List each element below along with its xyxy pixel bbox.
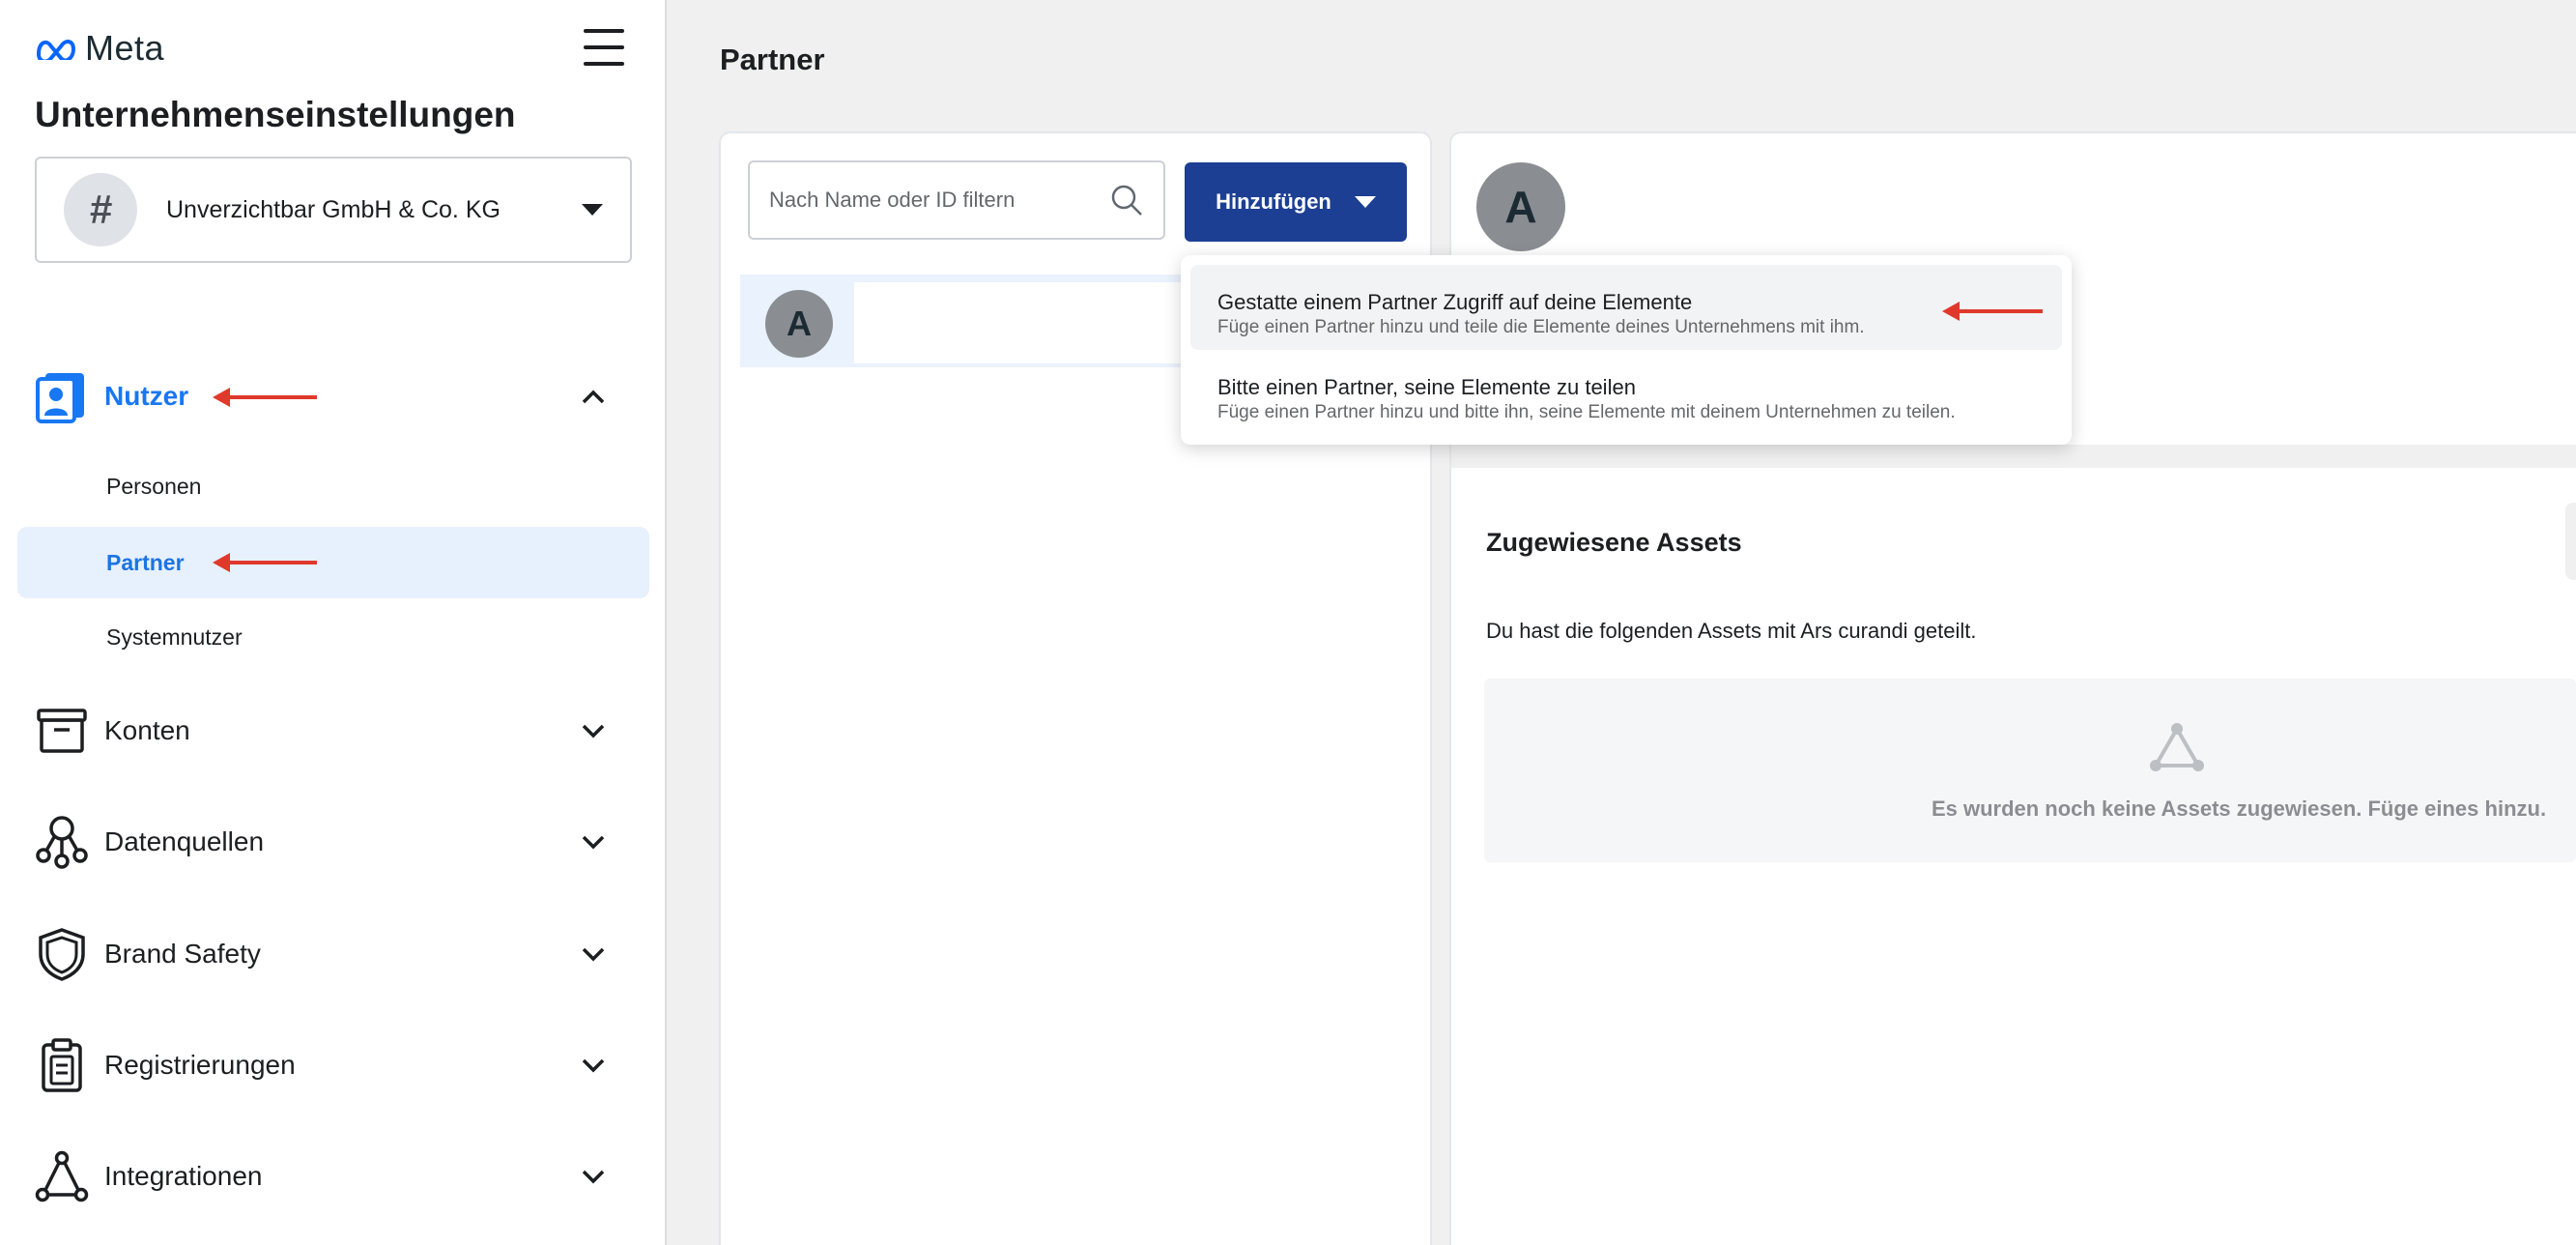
annotation-arrow bbox=[213, 553, 317, 572]
brand-name: Meta bbox=[85, 28, 165, 68]
business-name: Unverzichtbar GmbH & Co. KG bbox=[166, 195, 501, 223]
nav-group-datenquellen[interactable]: Datenquellen bbox=[35, 815, 609, 869]
nav-group-konten[interactable]: Konten bbox=[35, 704, 609, 758]
assets-empty-state: Es wurden noch keine Assets zugewiesen. … bbox=[1484, 679, 2576, 862]
add-button-label: Hinzufügen bbox=[1216, 189, 1331, 214]
chevron-up-icon bbox=[578, 381, 609, 412]
chevron-down-icon bbox=[578, 1050, 609, 1081]
search-icon bbox=[1111, 185, 1142, 216]
menu-item-grant-access[interactable]: Gestatte einem Partner Zugriff auf deine… bbox=[1190, 265, 2062, 350]
menu-item-title: Gestatte einem Partner Zugriff auf deine… bbox=[1217, 290, 1693, 314]
sidebar-item-personen[interactable]: Personen bbox=[17, 450, 649, 522]
assets-title: Zugewiesene Assets bbox=[1486, 528, 1742, 557]
shield-icon bbox=[35, 927, 89, 981]
add-button[interactable]: Hinzufügen bbox=[1185, 162, 1407, 242]
page-title: Partner bbox=[720, 43, 825, 76]
nav-group-integrationen[interactable]: Integrationen bbox=[35, 1149, 609, 1203]
meta-infinity-icon bbox=[37, 40, 75, 60]
nav-label-brand-safety: Brand Safety bbox=[104, 939, 261, 969]
search-input[interactable]: Nach Name oder ID filtern bbox=[748, 160, 1165, 240]
nav-label-integrationen: Integrationen bbox=[104, 1161, 263, 1191]
menu-item-request-access[interactable]: Bitte einen Partner, seine Elemente zu t… bbox=[1190, 350, 2062, 435]
clipboard-icon bbox=[35, 1038, 89, 1092]
business-avatar: # bbox=[64, 173, 137, 246]
avatar: A bbox=[1476, 162, 1565, 251]
menu-item-subtitle: Füge einen Partner hinzu und bitte ihn, … bbox=[1217, 402, 1956, 422]
integrations-icon bbox=[2150, 723, 2204, 771]
data-sources-icon bbox=[35, 815, 89, 869]
chevron-down-icon bbox=[578, 826, 609, 857]
sidebar-item-systemnutzer[interactable]: Systemnutzer bbox=[17, 601, 649, 673]
accounts-icon bbox=[35, 704, 89, 758]
assets-description: Du hast die folgenden Assets mit Ars cur… bbox=[1486, 619, 1977, 643]
chevron-down-icon bbox=[578, 715, 609, 746]
sidebar: Meta Unternehmenseinstellungen # Unverzi… bbox=[0, 0, 667, 1245]
caret-down-icon bbox=[582, 204, 603, 216]
menu-item-subtitle: Füge einen Partner hinzu und teile die E… bbox=[1217, 317, 1865, 337]
chevron-down-icon bbox=[578, 939, 609, 970]
nav-group-nutzer[interactable]: Nutzer bbox=[35, 369, 609, 423]
business-selector[interactable]: # Unverzichtbar GmbH & Co. KG bbox=[35, 157, 632, 263]
nav-group-brand-safety[interactable]: Brand Safety bbox=[35, 927, 609, 981]
nav-label-konten: Konten bbox=[104, 715, 190, 745]
add-partner-menu: Gestatte einem Partner Zugriff auf deine… bbox=[1181, 255, 2072, 445]
nav-label-datenquellen: Datenquellen bbox=[104, 826, 265, 856]
meta-logo[interactable]: Meta bbox=[35, 28, 165, 68]
nav-label-nutzer: Nutzer bbox=[104, 381, 189, 411]
annotation-arrow bbox=[1942, 302, 2043, 321]
search-placeholder: Nach Name oder ID filtern bbox=[769, 188, 1016, 212]
side-tab[interactable] bbox=[2565, 503, 2576, 580]
menu-item-title: Bitte einen Partner, seine Elemente zu t… bbox=[1217, 375, 1636, 399]
avatar: A bbox=[765, 290, 833, 358]
caret-down-icon bbox=[1354, 196, 1376, 208]
annotation-arrow bbox=[213, 388, 317, 407]
nav-label-registrierungen: Registrierungen bbox=[104, 1050, 296, 1080]
users-icon bbox=[35, 369, 89, 423]
nav-group-registrierungen[interactable]: Registrierungen bbox=[35, 1038, 609, 1092]
page-heading: Unternehmenseinstellungen bbox=[35, 95, 516, 134]
menu-icon[interactable] bbox=[584, 27, 626, 70]
integrations-icon bbox=[35, 1149, 89, 1203]
sidebar-item-partner[interactable]: Partner bbox=[17, 527, 649, 598]
assets-empty-text: Es wurden noch keine Assets zugewiesen. … bbox=[1931, 796, 2547, 821]
chevron-down-icon bbox=[578, 1161, 609, 1192]
